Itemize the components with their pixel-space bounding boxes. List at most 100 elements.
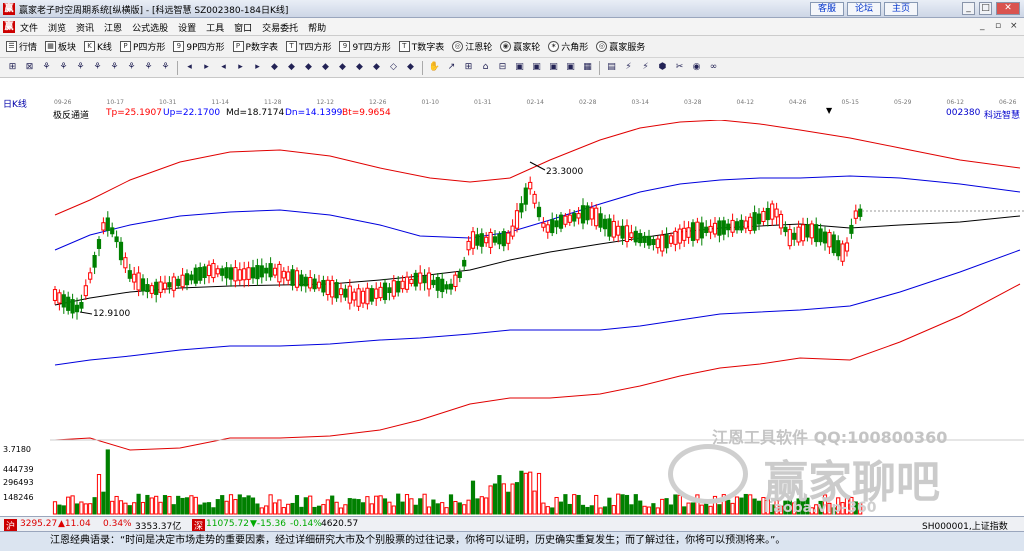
drawing-tool-icon[interactable]: ▤ bbox=[605, 61, 618, 74]
toolbar-button-p-square[interactable]: P P四方形 bbox=[118, 40, 167, 53]
drawing-tool-icon[interactable]: ⊠ bbox=[23, 61, 36, 74]
drawing-tool-icon[interactable]: ⚘ bbox=[159, 61, 172, 74]
drawing-tool-icon[interactable]: ▣ bbox=[547, 61, 560, 74]
candle-body bbox=[400, 280, 405, 290]
toolbar-button-market-view[interactable]: ☰ 行情 bbox=[4, 40, 39, 53]
drawing-tool-icon[interactable]: ⚘ bbox=[57, 61, 70, 74]
volume-bar bbox=[607, 497, 612, 515]
drawing-tool-icon[interactable]: ⊞ bbox=[6, 61, 19, 74]
toolbar-button-kline[interactable]: K K线 bbox=[82, 40, 114, 53]
mdi-restore-button[interactable]: ▫ bbox=[995, 21, 1001, 31]
drawing-tool-icon[interactable]: ⚘ bbox=[125, 61, 138, 74]
drawing-tool-icon[interactable]: ▣ bbox=[513, 61, 526, 74]
high-value-label: 23.3000 bbox=[546, 167, 583, 177]
candle-body bbox=[338, 288, 344, 296]
volume-bar bbox=[127, 505, 132, 515]
drawing-tool-icon[interactable]: ↗ bbox=[445, 61, 458, 74]
dropdown-triangle-icon[interactable]: ▼ bbox=[826, 106, 832, 115]
toolbar-button-winner-wheel[interactable]: ◉ 赢家轮 bbox=[498, 40, 542, 53]
drawing-tool-icon[interactable]: ◆ bbox=[285, 61, 298, 74]
hexagon-icon: ✶ bbox=[548, 41, 560, 52]
toolbar-button-t-number-table[interactable]: T T数字表 bbox=[397, 40, 447, 53]
drawing-tool-icon[interactable]: ⚘ bbox=[40, 61, 53, 74]
drawing-tool-icon[interactable]: ⌂ bbox=[479, 61, 492, 74]
drawing-tool-icon[interactable]: ◆ bbox=[353, 61, 366, 74]
volume-bar bbox=[523, 472, 528, 515]
menu-item[interactable]: 资讯 bbox=[76, 21, 94, 34]
volume-bar bbox=[704, 502, 709, 515]
drawing-tool-icon[interactable]: ▸ bbox=[234, 61, 247, 74]
drawing-tool-icon[interactable]: ◇ bbox=[387, 61, 400, 74]
drawing-tool-icon[interactable]: ◂ bbox=[217, 61, 230, 74]
drawing-tool-icon[interactable]: ▣ bbox=[530, 61, 543, 74]
drawing-tool-icon[interactable]: ▸ bbox=[251, 61, 264, 74]
candle-body bbox=[778, 213, 784, 229]
candle-body bbox=[105, 217, 110, 231]
toolbar-button-p-number-table[interactable]: P P数字表 bbox=[231, 40, 280, 53]
drawing-tool-icon[interactable]: ▦ bbox=[581, 61, 594, 74]
drawing-tool-icon[interactable]: ◆ bbox=[319, 61, 332, 74]
drawing-tool-icon[interactable]: ⚡ bbox=[639, 61, 652, 74]
candle-body bbox=[391, 280, 396, 297]
toolbar-button-winner-service[interactable]: ◎ 赢家服务 bbox=[594, 40, 647, 53]
menu-item[interactable]: 帮助 bbox=[308, 21, 326, 34]
mdi-minimize-button[interactable]: _ bbox=[980, 21, 985, 31]
drawing-tool-icon[interactable]: ∞ bbox=[707, 61, 720, 74]
volume-bar bbox=[193, 496, 198, 515]
volume-bar bbox=[448, 494, 454, 515]
drawing-tool-icon[interactable]: ⚘ bbox=[74, 61, 87, 74]
menu-item[interactable]: 浏览 bbox=[48, 21, 66, 34]
menu-item[interactable]: 设置 bbox=[178, 21, 196, 34]
menu-item[interactable]: 窗口 bbox=[234, 21, 252, 34]
minimize-button[interactable]: _ bbox=[962, 2, 975, 15]
toolbar-button-9p-square[interactable]: 9 9P四方形 bbox=[171, 40, 226, 53]
candle-body bbox=[387, 287, 392, 294]
drawing-tool-icon[interactable]: ✂ bbox=[673, 61, 686, 74]
menu-item[interactable]: 工具 bbox=[206, 21, 224, 34]
menu-item[interactable]: 江恩 bbox=[104, 21, 122, 34]
drawing-tool-icon[interactable]: ⬢ bbox=[656, 61, 669, 74]
candle-body bbox=[695, 221, 700, 241]
toolbar-separator bbox=[599, 61, 600, 75]
drawing-tool-icon[interactable]: ◆ bbox=[302, 61, 315, 74]
maximize-button[interactable]: □ bbox=[979, 2, 992, 15]
mdi-close-button[interactable]: × bbox=[1010, 21, 1018, 31]
drawing-tool-icon[interactable]: ✋ bbox=[428, 61, 441, 74]
toolbar-button-gann-wheel[interactable]: ◎ 江恩轮 bbox=[450, 40, 494, 53]
volume-bar bbox=[259, 507, 264, 515]
volume-bar bbox=[162, 495, 168, 515]
toolbar-button-t-square[interactable]: T T四方形 bbox=[284, 40, 334, 53]
homepage-link[interactable]: 主页 bbox=[884, 2, 918, 16]
forum-link[interactable]: 论坛 bbox=[847, 2, 881, 16]
drawing-tool-icon[interactable]: ▣ bbox=[564, 61, 577, 74]
menu-item[interactable]: 公式选股 bbox=[132, 21, 168, 34]
toolbar-button-sector[interactable]: ▦ 板块 bbox=[43, 40, 78, 53]
drawing-tool-icon[interactable]: ▸ bbox=[200, 61, 213, 74]
date-tick-label: 06-26 bbox=[999, 99, 1017, 106]
toolbar-button-9t-square[interactable]: 9 9T四方形 bbox=[337, 40, 392, 53]
drawing-tool-icon[interactable]: ⊟ bbox=[496, 61, 509, 74]
drawing-tool-icon[interactable]: ⚘ bbox=[91, 61, 104, 74]
candle-body bbox=[52, 289, 58, 301]
volume-bar bbox=[343, 504, 348, 515]
drawing-tool-icon[interactable]: ⊞ bbox=[462, 61, 475, 74]
drawing-tool-icon[interactable]: ◉ bbox=[690, 61, 703, 74]
volume-bar bbox=[660, 498, 665, 515]
close-button[interactable]: ✕ bbox=[996, 2, 1020, 15]
drawing-tool-icon[interactable]: ◆ bbox=[370, 61, 383, 74]
volume-bar bbox=[752, 498, 757, 515]
drawing-tool-icon[interactable]: ⚘ bbox=[108, 61, 121, 74]
toolbar-button-label: 行情 bbox=[19, 43, 38, 53]
menu-item[interactable]: 交易委托 bbox=[262, 21, 298, 34]
candle-body bbox=[629, 232, 634, 238]
toolbar-button-hexagon[interactable]: ✶ 六角形 bbox=[546, 40, 590, 53]
drawing-tool-icon[interactable]: ◆ bbox=[336, 61, 349, 74]
drawing-tool-icon[interactable]: ◂ bbox=[183, 61, 196, 74]
candle-body bbox=[506, 232, 511, 244]
drawing-tool-icon[interactable]: ◆ bbox=[268, 61, 281, 74]
drawing-tool-icon[interactable]: ◆ bbox=[404, 61, 417, 74]
customer-service-link[interactable]: 客服 bbox=[810, 2, 844, 16]
drawing-tool-icon[interactable]: ⚘ bbox=[142, 61, 155, 74]
menu-item[interactable]: 文件 bbox=[20, 21, 38, 34]
drawing-tool-icon[interactable]: ⚡ bbox=[622, 61, 635, 74]
